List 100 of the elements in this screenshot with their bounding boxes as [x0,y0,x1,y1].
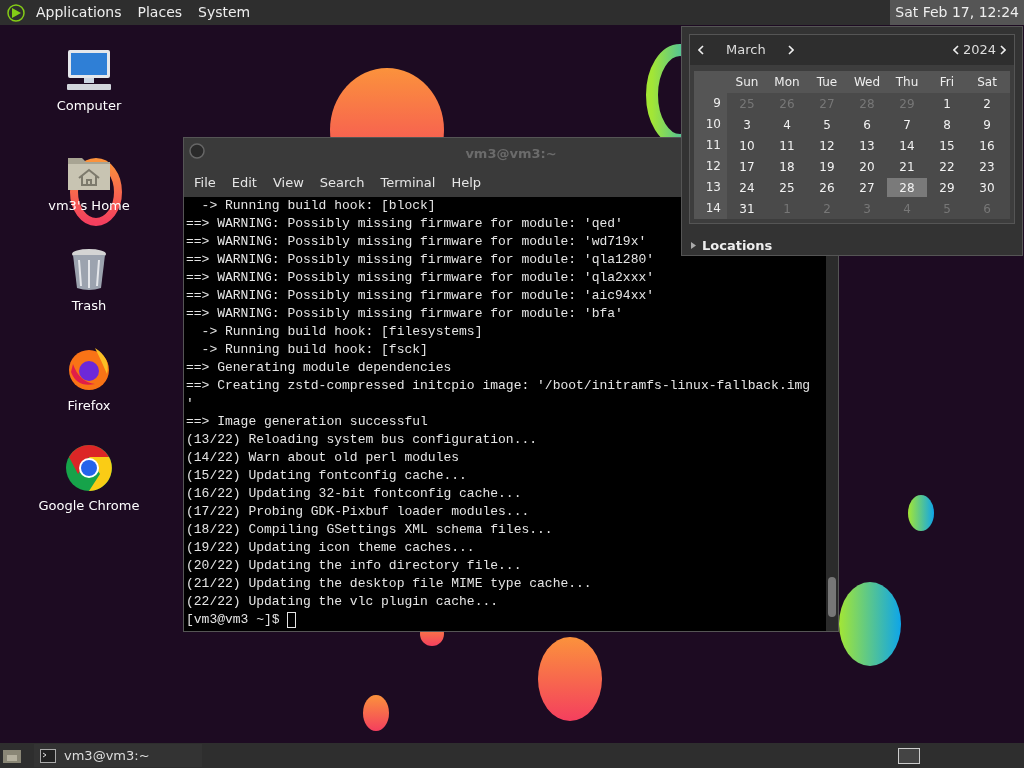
calendar-day[interactable]: 20 [847,157,887,176]
panel-menu[interactable]: Applications [32,2,126,23]
taskbar-button[interactable]: vm3@vm3:~ [34,744,202,767]
calendar-day[interactable]: 13 [847,136,887,155]
chevron-right-icon [788,45,794,55]
calendar-day[interactable]: 17 [727,157,767,176]
week-number: 14 [694,198,727,219]
terminal-line: (16/22) Updating 32-bit fontconfig cache... [186,486,522,501]
workspace-switcher[interactable] [898,747,920,764]
terminal-line: ==> WARNING: Possibly missing firmware for module: 'aic94xx' [186,288,655,303]
chevron-left-icon [952,45,959,55]
calendar-day[interactable]: 18 [767,157,807,176]
terminal-line: ==> WARNING: Possibly missing firmware for module: 'qla1280' [186,252,655,267]
chevron-left-icon [698,45,704,55]
weekday-header: Thu [894,74,920,91]
terminal-line: ==> WARNING: Possibly missing firmware for module: 'wd719x' [186,234,647,249]
terminal-line: (14/22) Warn about old perl modules [186,450,460,465]
calendar-day[interactable]: 4 [767,115,807,134]
terminal-line: (22/22) Updating the vlc plugin cache... [186,594,499,609]
calendar-day[interactable]: 11 [767,136,807,155]
menu-item[interactable]: Edit [225,173,263,193]
terminal-line: (13/22) Reloading system bus configuration... [186,432,538,447]
terminal-line: -> Running build hook: [fsck] [200,342,428,357]
calendar-day[interactable]: 16 [967,136,1007,155]
calendar-day[interactable]: 24 [727,178,767,197]
terminal-line: (17/22) Probing GDK-Pixbuf loader modules... [186,504,530,519]
weekday-header: Sun [734,74,760,91]
terminal-line: (15/22) Updating fontconfig cache... [186,468,467,483]
calendar-day[interactable]: 22 [927,157,967,176]
terminal-line: ==> WARNING: Possibly missing firmware for module: 'bfa' [186,306,623,321]
menu-item[interactable]: View [266,173,310,193]
calendar-day[interactable]: 28 [887,178,927,197]
weekday-header: Wed [852,74,882,91]
menu-item[interactable]: File [188,173,222,193]
panel-menu[interactable]: System [194,2,255,23]
calendar-day[interactable]: 29 [927,178,967,197]
expander-icon[interactable] [691,242,696,250]
calendar-day[interactable]: 10 [727,136,767,155]
calendar-day[interactable]: 6 [847,115,887,134]
week-number: 9 [694,93,727,114]
panel-menu[interactable]: Places [133,2,187,23]
next-month-button[interactable] [786,44,796,56]
menu-item[interactable]: Help [445,173,488,193]
calendar-day[interactable]: 30 [967,178,1007,197]
calendar-day[interactable]: 27 [847,178,887,197]
terminal-line: (21/22) Updating the desktop file MIME type cache... [186,576,592,591]
terminal-line: (18/22) Compiling GSettings XML schema files... [186,522,553,537]
terminal-line: -> Running build hook: [filesystems] [200,324,483,339]
calendar-day[interactable]: 23 [967,157,1007,176]
calendar-day[interactable]: 5 [807,115,847,134]
terminal-line: (20/22) Updating the info directory file... [186,558,522,573]
calendar-day[interactable]: 2 [967,94,1007,113]
calendar-day[interactable]: 12 [807,136,847,155]
calendar-day[interactable]: 9 [967,115,1007,134]
clock[interactable]: Sat Feb 17, 12:24 [890,0,1024,25]
year-label: 2024 [962,41,996,60]
desktop-icon-label[interactable]: Google Chrome [38,496,140,516]
calendar-day[interactable]: 7 [887,115,927,134]
month-label: March [726,41,767,60]
terminal-prompt: [vm3@vm3 ~]$ [186,611,281,629]
chrome-icon [65,444,113,492]
locations-label[interactable]: Locations [702,236,773,256]
week-number: 11 [694,135,727,156]
calendar-day[interactable]: 19 [807,157,847,176]
terminal-icon [40,748,56,763]
week-number: 13 [694,177,727,198]
calendar-day[interactable]: 3 [727,115,767,134]
week-number: 10 [694,114,727,135]
computer-icon [64,48,114,92]
terminal-line: -> Running build hook: [block] [200,198,436,213]
calendar-day[interactable]: 21 [887,157,927,176]
trash-icon [69,248,109,292]
play-logo-icon [6,2,26,23]
previous-year-button[interactable] [950,44,961,56]
menu-item[interactable]: Terminal [374,173,442,193]
weekday-header: Mon [773,74,801,91]
window-menu-icon[interactable] [188,142,206,160]
terminal-line: ==> WARNING: Possibly missing firmware for module: 'qla2xxx' [186,270,655,285]
terminal-line: ' [186,396,194,411]
week-number: 12 [694,156,727,177]
calendar-day[interactable]: 14 [887,136,927,155]
chevron-right-icon [1000,45,1006,55]
terminal-line: (19/22) Updating icon theme caches... [186,540,475,555]
weekday-header: Sat [976,74,998,91]
desktop-icon-label[interactable]: Computer [56,96,122,116]
menu-item[interactable]: Search [313,173,371,193]
weekday-header: Tue [815,74,839,91]
calendar-day[interactable]: 15 [927,136,967,155]
desktop-icon-label[interactable]: Firefox [67,396,111,416]
next-year-button[interactable] [998,44,1008,56]
calendar-day[interactable]: 8 [927,115,967,134]
calendar-day[interactable]: 26 [807,178,847,197]
desktop-icon-label[interactable]: Trash [71,296,107,316]
calendar-day[interactable]: 1 [927,94,967,113]
calendar-day[interactable]: 31 [727,199,767,218]
previous-month-button[interactable] [696,44,706,56]
terminal-line: ==> Creating zstd-compressed initcpio image: '/boot/initramfs-linux-fallback.img [186,378,811,393]
calendar-day[interactable]: 25 [767,178,807,197]
terminal-cursor [287,612,297,628]
terminal-line: ==> Generating module dependencies [186,360,452,375]
